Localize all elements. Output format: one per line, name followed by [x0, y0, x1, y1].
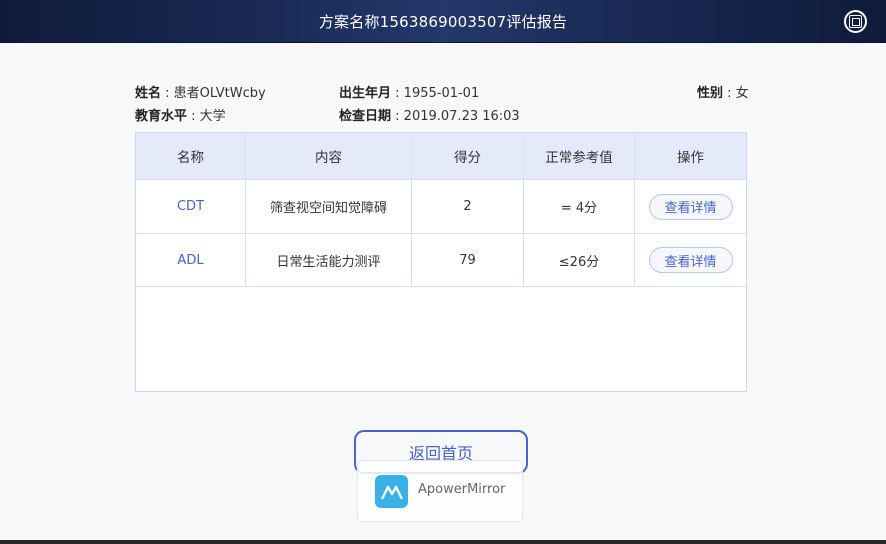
patient-gender: 性别 : 女	[697, 86, 749, 101]
header-name: 名称	[136, 133, 246, 179]
row-name: CDT	[176, 199, 205, 214]
gender-value: 女	[735, 86, 749, 101]
apowermirror-logo-icon	[375, 475, 408, 508]
birth-label: 出生年月	[339, 86, 392, 101]
table-row: CDT 筛查视空间知觉障碍 2 = 4分 查看详情	[136, 179, 746, 233]
view-details-button[interactable]: 查看详情	[648, 247, 733, 273]
exam-date: 检查日期 : 2019.07.23 16:03	[339, 109, 520, 124]
watermark-text: ApowerMirror	[418, 482, 506, 497]
header-reference: 正常参考值	[524, 133, 635, 179]
view-details-button[interactable]: 查看详情	[648, 193, 733, 220]
bottom-border	[0, 540, 886, 544]
row-content: 日常生活能力测评	[246, 234, 412, 286]
header-score: 得分	[412, 133, 524, 179]
row-score: 79	[412, 234, 524, 286]
app-logo-icon[interactable]	[844, 10, 867, 33]
results-table: 名称 内容 得分 正常参考值 操作 CDT 筛查视空间知觉障碍 2 = 4分 查…	[135, 132, 747, 392]
birth-value: 1955-01-01	[403, 86, 480, 101]
name-value: 患者OLVtWcby	[173, 86, 266, 101]
date-label: 检查日期	[339, 109, 392, 124]
patient-education: 教育水平 : 大学	[135, 109, 226, 124]
row-reference: ≤26分	[524, 234, 635, 286]
row-reference: = 4分	[524, 180, 635, 233]
header-content: 内容	[246, 133, 412, 179]
patient-name: 姓名 : 患者OLVtWcby	[135, 86, 266, 101]
top-bar: 方案名称1563869003507评估报告	[0, 0, 886, 43]
apowermirror-watermark: ApowerMirror	[357, 460, 523, 522]
row-content: 筛查视空间知觉障碍	[246, 180, 412, 233]
row-name: ADL	[177, 252, 204, 268]
date-value: 2019.07.23 16:03	[403, 109, 520, 124]
edu-value: 大学	[199, 109, 226, 124]
gender-label: 性别	[697, 86, 724, 101]
page-title: 方案名称1563869003507评估报告	[318, 13, 568, 31]
edu-label: 教育水平	[135, 109, 188, 124]
table-row: ADL 日常生活能力测评 79 ≤26分 查看详情	[136, 233, 746, 287]
row-score: 2	[412, 180, 524, 233]
table-header-row: 名称 内容 得分 正常参考值 操作	[136, 133, 746, 179]
name-label: 姓名	[135, 86, 162, 101]
patient-birth: 出生年月 : 1955-01-01	[339, 86, 480, 101]
header-action: 操作	[677, 150, 704, 166]
